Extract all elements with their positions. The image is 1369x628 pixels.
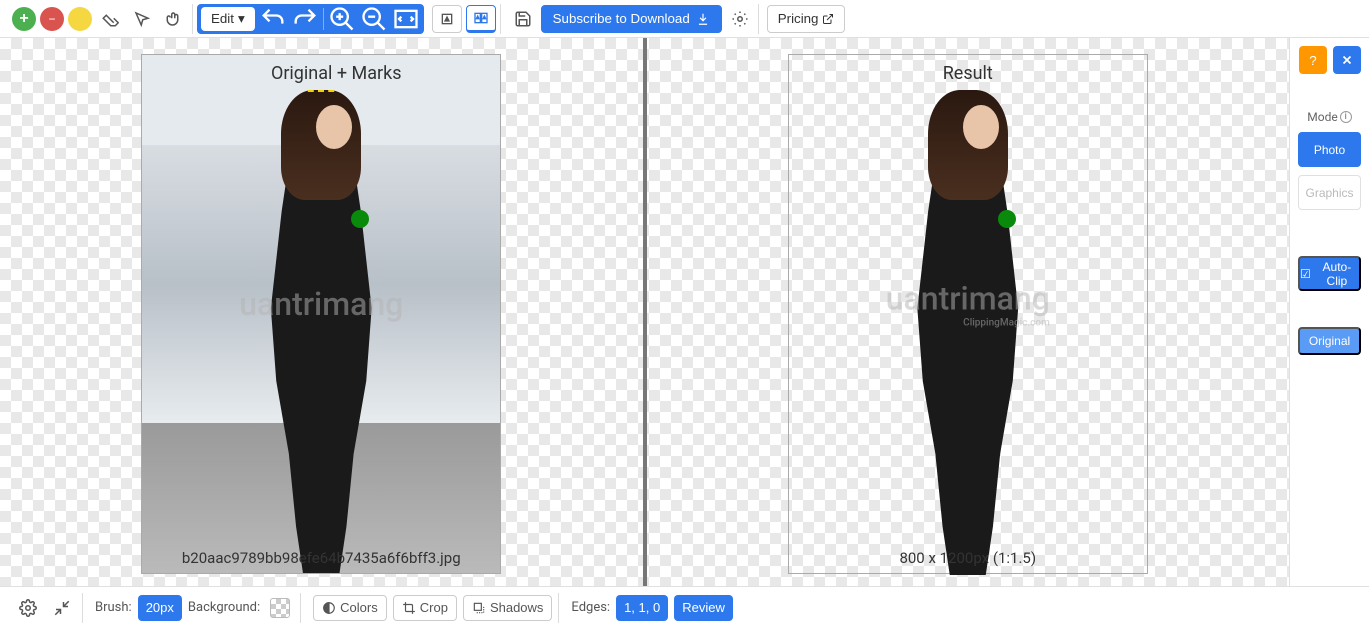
pan-button[interactable] [160, 5, 188, 33]
single-view-button[interactable] [432, 5, 462, 33]
zoom-in-icon [328, 5, 356, 33]
brush-group: Brush: 20px Background: [89, 593, 301, 623]
filename-label: b20aac9789bb98efe64b7435a6f6bff3.jpg [182, 549, 461, 567]
info-icon[interactable]: i [1340, 111, 1352, 123]
pricing-button[interactable]: Pricing [767, 5, 846, 33]
crop-icon [402, 601, 416, 615]
right-sidebar: ? Mode i Photo Graphics ☑ Auto-Clip Orig… [1289, 38, 1369, 586]
hand-icon [165, 10, 183, 28]
result-person-silhouette [878, 90, 1058, 575]
close-icon [1340, 53, 1354, 67]
help-icon: ? [1309, 53, 1316, 68]
transparency-swatch-icon [270, 598, 290, 618]
pointer-button[interactable] [128, 5, 156, 33]
result-image-frame[interactable]: uantrimang ClippingMagic.com 800 x 1200p… [788, 54, 1148, 574]
undo-icon [259, 5, 287, 33]
graphics-mode-button[interactable]: Graphics [1298, 175, 1361, 210]
checkbox-icon: ☑ [1300, 267, 1311, 281]
edit-dropdown[interactable]: Edit ▾ [201, 7, 255, 31]
close-button[interactable] [1333, 46, 1361, 74]
colors-button[interactable]: Colors [313, 595, 387, 621]
hair-mark-button[interactable] [65, 3, 96, 34]
top-toolbar: + − Edit ▾ [0, 0, 1369, 38]
zoom-out-icon [360, 5, 388, 33]
person-silhouette [231, 90, 411, 574]
background-label: Background: [188, 600, 260, 615]
download-icon [696, 12, 710, 26]
edit-group: Edit ▾ [197, 4, 424, 34]
brush-label: Brush: [95, 600, 132, 615]
crop-button[interactable]: Crop [393, 595, 457, 621]
mode-label: Mode i [1298, 110, 1361, 124]
dimensions-label: 800 x 1200px (1:1.5) [899, 549, 1036, 567]
single-view-icon [439, 11, 455, 27]
subscribe-download-button[interactable]: Subscribe to Download [541, 5, 722, 33]
contrast-icon [322, 601, 336, 615]
prefs-group [8, 593, 83, 623]
eraser-button[interactable] [96, 5, 124, 33]
fit-icon [392, 5, 420, 33]
external-link-icon [822, 13, 834, 25]
photo-mode-button[interactable]: Photo [1298, 132, 1361, 167]
view-mode-group [428, 4, 501, 34]
shadow-icon [472, 601, 486, 615]
save-button[interactable] [509, 5, 537, 33]
zoom-out-button[interactable] [360, 5, 388, 33]
settings-button[interactable] [726, 5, 754, 33]
chevron-down-icon: ▾ [238, 11, 245, 27]
original-panel: Original + Marks uantrimang b20aac9789bb… [0, 38, 643, 586]
keep-mark-button[interactable]: + [12, 7, 36, 31]
mark-tools-group: + − [8, 4, 193, 34]
save-icon [514, 10, 532, 28]
result-panel-title: Result [943, 63, 993, 84]
adjust-group: Colors Crop Shadows [307, 593, 559, 623]
original-panel-title: Original + Marks [271, 63, 402, 84]
undo-button[interactable] [259, 5, 287, 33]
remove-mark-button[interactable]: − [40, 7, 64, 31]
redo-button[interactable] [291, 5, 319, 33]
edges-label: Edges: [571, 600, 610, 615]
pricing-group: Pricing [763, 4, 850, 34]
gear-sparkle-icon [731, 10, 749, 28]
edges-value-button[interactable]: 1, 1, 0 [616, 595, 668, 621]
zoom-in-button[interactable] [328, 5, 356, 33]
review-button[interactable]: Review [674, 595, 733, 621]
download-label: Subscribe to Download [553, 11, 690, 26]
pointer-icon [133, 10, 151, 28]
original-image-frame[interactable]: uantrimang b20aac9789bb98efe64b7435a6f6b… [141, 54, 501, 574]
fit-button[interactable] [392, 5, 420, 33]
split-view-button[interactable] [466, 5, 496, 33]
workspace: Original + Marks uantrimang b20aac9789bb… [0, 38, 1369, 586]
split-view-icon [473, 10, 489, 26]
download-group: Subscribe to Download [505, 4, 759, 34]
preferences-button[interactable] [14, 594, 42, 622]
brush-size-button[interactable]: 20px [138, 595, 182, 621]
edges-group: Edges: 1, 1, 0 Review [565, 593, 738, 623]
bottom-toolbar: Brush: 20px Background: Colors Crop Shad… [0, 586, 1369, 628]
collapse-icon [53, 599, 71, 617]
pricing-label: Pricing [778, 11, 819, 26]
original-button[interactable]: Original [1298, 327, 1361, 355]
redo-icon [291, 5, 319, 33]
edit-label: Edit [211, 11, 234, 26]
result-panel: Result uantrimang ClippingMagic.com 800 … [647, 38, 1290, 586]
background-swatch-button[interactable] [266, 594, 294, 622]
help-button[interactable]: ? [1299, 46, 1327, 74]
gear-icon [19, 599, 37, 617]
collapse-button[interactable] [48, 594, 76, 622]
autoclip-button[interactable]: ☑ Auto-Clip [1298, 256, 1361, 291]
canvas-area[interactable]: Original + Marks uantrimang b20aac9789bb… [0, 38, 1289, 586]
shadows-button[interactable]: Shadows [463, 595, 552, 621]
result-keep-mark-dot [998, 210, 1016, 228]
eraser-icon [101, 10, 119, 28]
